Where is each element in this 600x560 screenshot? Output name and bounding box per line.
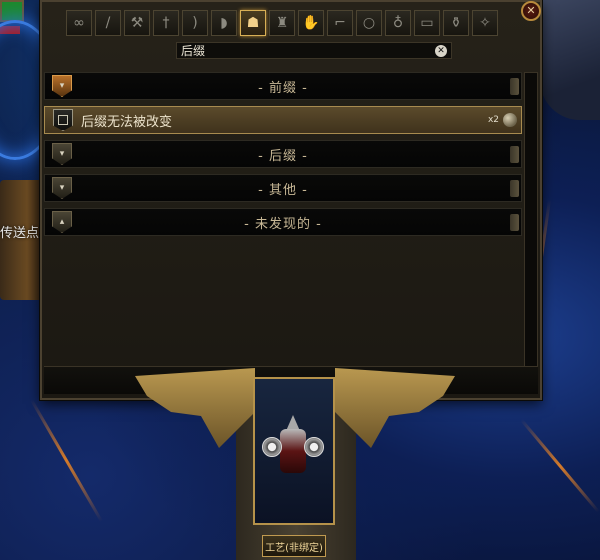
undiscovered-category-header[interactable]: ▴ - 未发现的 - — [44, 208, 522, 236]
gloves-icon: ✋ — [302, 15, 320, 31]
dagger-icon: / — [105, 15, 111, 31]
life-indicator — [0, 0, 24, 22]
helmet-right-wheel — [304, 437, 324, 457]
amulet-icon: ♁ — [392, 15, 404, 31]
ring-tab[interactable]: ○ — [356, 10, 382, 36]
dagger-tab[interactable]: / — [95, 10, 121, 36]
bow-tab[interactable]: ) — [182, 10, 208, 36]
axe-tab[interactable]: ⚒ — [124, 10, 150, 36]
background-streak — [30, 399, 103, 522]
recipe-icon — [53, 109, 73, 131]
helmet-item-icon[interactable] — [262, 415, 324, 495]
flask-icon: ⚱ — [450, 15, 462, 31]
close-button[interactable]: ✕ — [521, 1, 541, 21]
waypoint-label: 传送点 — [0, 226, 40, 241]
crafting-bench-panel: ∞ / ⚒ †) ◗ ☗ ♜ ✋ ⌐ ○ ♁ ▭ ⚱ ✧ ✕ ✕ ▾ - 前缀 - 后缀无法被改变 x2 … — [40, 0, 542, 400]
ring-icon: ○ — [362, 15, 376, 31]
belt-tab[interactable]: ▭ — [414, 10, 440, 36]
boots-tab[interactable]: ⌐ — [327, 10, 353, 36]
search-box: ✕ — [176, 42, 452, 59]
expand-arrow-icon: ▾ — [52, 143, 72, 165]
background-streak — [520, 419, 600, 513]
prefix-category-header[interactable]: ▾ - 前缀 - — [44, 72, 522, 100]
row-endcap — [510, 78, 519, 95]
chest-armor-icon: ♜ — [275, 15, 289, 31]
bow-icon: ) — [192, 15, 198, 31]
axe-icon: ⚒ — [130, 15, 144, 31]
sceptre-icon: † — [162, 15, 170, 31]
flask-tab[interactable]: ⚱ — [443, 10, 469, 36]
helmet-tab[interactable]: ☗ — [240, 10, 266, 36]
item-type-tabbar: ∞ / ⚒ †) ◗ ☗ ♜ ✋ ⌐ ○ ♁ ▭ ⚱ ✧ — [66, 10, 524, 38]
row-endcap — [510, 214, 519, 231]
chest-armor-tab[interactable]: ♜ — [269, 10, 295, 36]
helmet-icon: ☗ — [246, 15, 260, 31]
recipe-label: 后缀无法被改变 — [81, 114, 173, 130]
divine-orb-icon — [503, 113, 517, 127]
helmet-left-wheel — [262, 437, 282, 457]
sceptre-tab[interactable]: † — [153, 10, 179, 36]
category-label: - 前缀 - — [258, 80, 308, 96]
clear-search-button[interactable]: ✕ — [435, 44, 447, 57]
belt-icon: ▭ — [420, 15, 434, 31]
craft-button[interactable]: 工艺(非绑定) — [262, 535, 326, 557]
shield-tab[interactable]: ◗ — [211, 10, 237, 36]
other-category-header[interactable]: ▾ - 其他 - — [44, 174, 522, 202]
suffix-category-header[interactable]: ▾ - 后缀 - — [44, 140, 522, 168]
infinity-tab[interactable]: ∞ — [66, 10, 92, 36]
shield-icon: ◗ — [220, 15, 228, 31]
collapse-arrow-icon: ▴ — [52, 211, 72, 233]
category-label: - 后缀 - — [258, 148, 308, 164]
jewel-icon: ✧ — [479, 15, 491, 31]
row-endcap — [510, 146, 519, 163]
row-endcap — [510, 180, 519, 197]
recipe-cost-count: x2 — [487, 115, 499, 125]
recipe-list: ▾ - 前缀 - 后缀无法被改变 x2 ▾ - 后缀 - ▾ - 其他 - ▴ … — [44, 72, 522, 242]
list-scrollbar[interactable] — [524, 72, 538, 368]
boots-icon: ⌐ — [334, 15, 346, 31]
helmet-body — [280, 429, 306, 473]
category-label: - 未发现的 - — [244, 216, 322, 232]
collapse-arrow-icon: ▾ — [52, 75, 72, 97]
category-label: - 其他 - — [258, 182, 308, 198]
amulet-tab[interactable]: ♁ — [385, 10, 411, 36]
jewel-tab[interactable]: ✧ — [472, 10, 498, 36]
recipe-entry[interactable]: 后缀无法被改变 x2 — [44, 106, 522, 134]
background-statue — [540, 0, 600, 120]
search-input[interactable] — [177, 43, 435, 58]
expand-arrow-icon: ▾ — [52, 177, 72, 199]
gloves-tab[interactable]: ✋ — [298, 10, 324, 36]
infinity-icon: ∞ — [73, 15, 85, 31]
